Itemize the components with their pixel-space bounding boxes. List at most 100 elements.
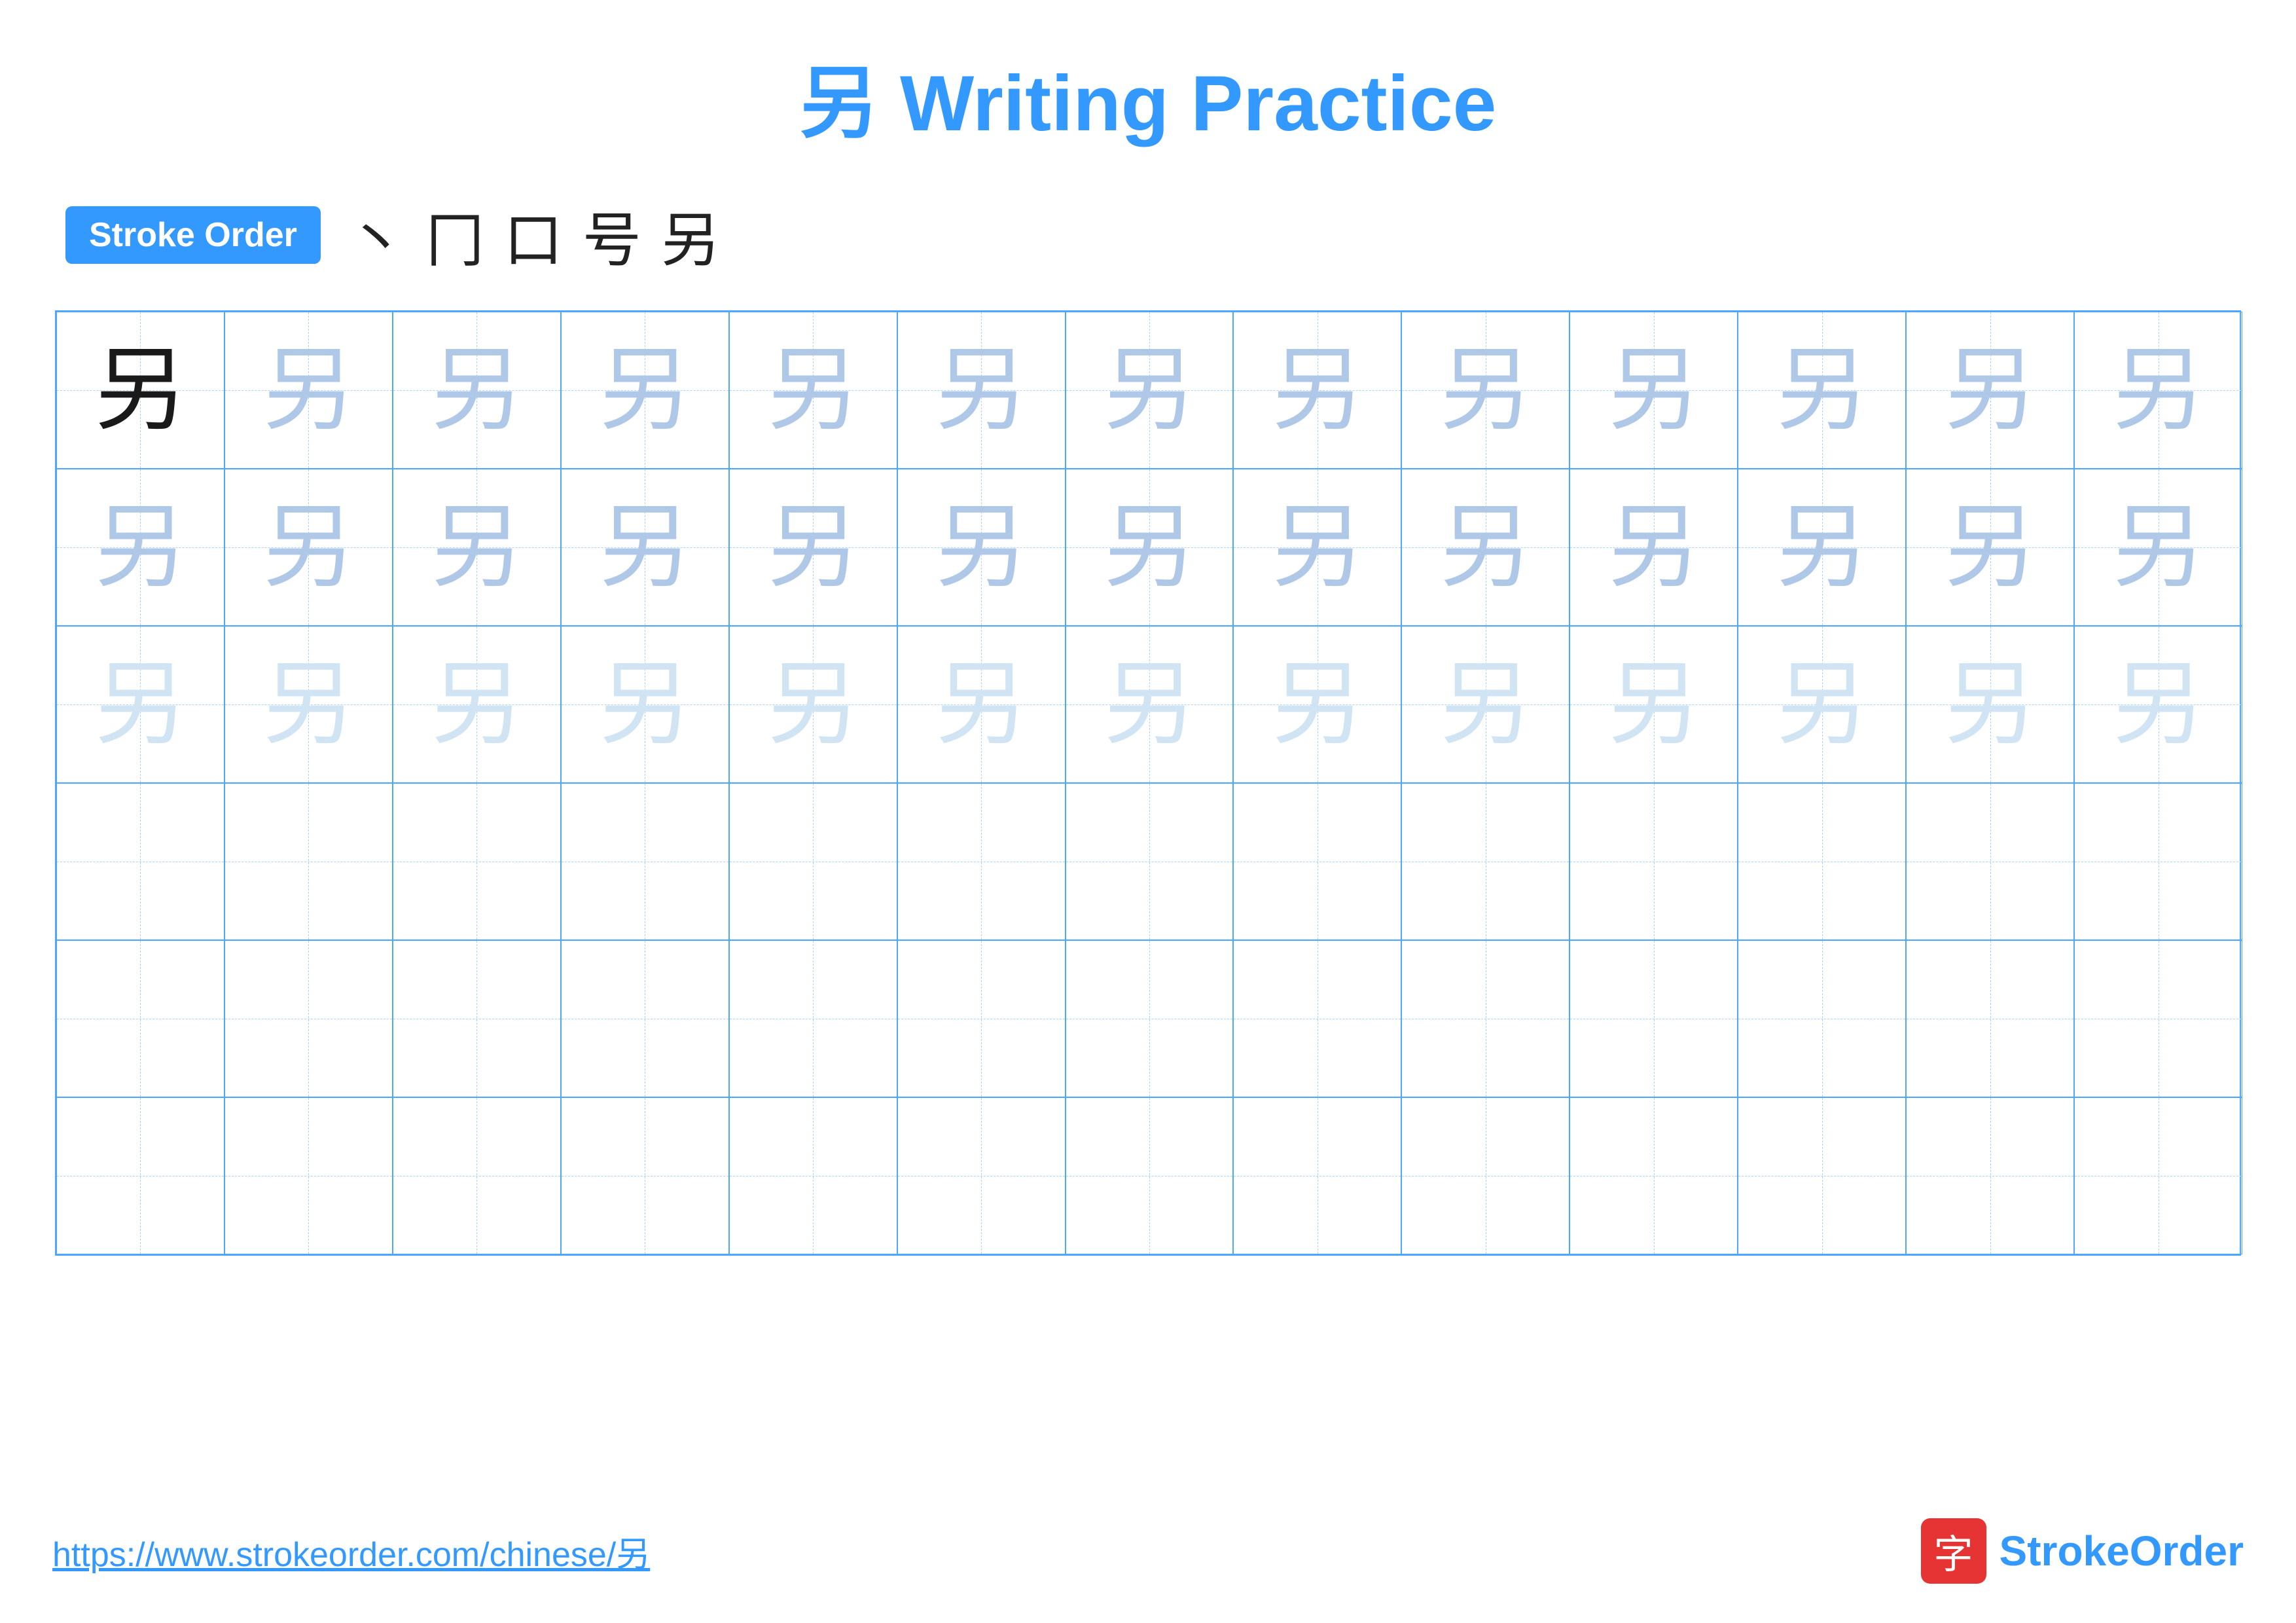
cell-3-13: 另 bbox=[2074, 626, 2242, 783]
cell-3-12: 另 bbox=[1906, 626, 2074, 783]
cell-6-11[interactable] bbox=[1738, 1097, 1906, 1254]
char-display: 另 bbox=[262, 344, 354, 436]
cell-6-8[interactable] bbox=[1233, 1097, 1401, 1254]
cell-2-12: 另 bbox=[1906, 469, 2074, 626]
char-display: 另 bbox=[262, 501, 354, 593]
cell-4-2[interactable] bbox=[224, 783, 393, 940]
cell-2-3: 另 bbox=[393, 469, 561, 626]
char-display: 另 bbox=[94, 659, 186, 750]
char-display: 另 bbox=[94, 501, 186, 593]
cell-4-3[interactable] bbox=[393, 783, 561, 940]
cell-1-4: 另 bbox=[561, 312, 729, 469]
cell-6-7[interactable] bbox=[1066, 1097, 1234, 1254]
grid-row-3: 另 另 另 另 另 另 另 另 另 另 另 另 另 bbox=[56, 626, 2240, 783]
char-display: 另 bbox=[2113, 344, 2204, 436]
grid-row-2: 另 另 另 另 另 另 另 另 另 另 另 另 另 bbox=[56, 469, 2240, 626]
char-display: 另 bbox=[431, 344, 522, 436]
page-title: 另 Writing Practice bbox=[800, 39, 1497, 153]
char-display: 另 bbox=[1272, 344, 1363, 436]
char-display: 另 bbox=[431, 659, 522, 750]
cell-5-12[interactable] bbox=[1906, 940, 2074, 1097]
cell-5-11[interactable] bbox=[1738, 940, 1906, 1097]
cell-4-11[interactable] bbox=[1738, 783, 1906, 940]
cell-4-4[interactable] bbox=[561, 783, 729, 940]
cell-2-2: 另 bbox=[224, 469, 393, 626]
stroke-5: 另 bbox=[661, 192, 720, 278]
stroke-3: 口 bbox=[504, 192, 563, 278]
char-display: 另 bbox=[1945, 344, 2036, 436]
cell-4-1[interactable] bbox=[56, 783, 224, 940]
cell-6-2[interactable] bbox=[224, 1097, 393, 1254]
footer-url[interactable]: https://www.strokeorder.com/chinese/另 bbox=[52, 1527, 650, 1576]
logo-icon: 字 bbox=[1921, 1518, 1986, 1584]
cell-1-1: 另 bbox=[56, 312, 224, 469]
char-display: 另 bbox=[1608, 659, 1700, 750]
logo-char: 字 bbox=[1934, 1523, 1973, 1580]
cell-4-8[interactable] bbox=[1233, 783, 1401, 940]
cell-3-2: 另 bbox=[224, 626, 393, 783]
cell-1-9: 另 bbox=[1401, 312, 1570, 469]
cell-6-10[interactable] bbox=[1570, 1097, 1738, 1254]
char-display: 另 bbox=[935, 501, 1027, 593]
cell-4-12[interactable] bbox=[1906, 783, 2074, 940]
cell-5-1[interactable] bbox=[56, 940, 224, 1097]
cell-1-3: 另 bbox=[393, 312, 561, 469]
cell-5-4[interactable] bbox=[561, 940, 729, 1097]
cell-5-9[interactable] bbox=[1401, 940, 1570, 1097]
footer: https://www.strokeorder.com/chinese/另 字 … bbox=[52, 1518, 2244, 1584]
cell-6-9[interactable] bbox=[1401, 1097, 1570, 1254]
cell-1-11: 另 bbox=[1738, 312, 1906, 469]
cell-3-3: 另 bbox=[393, 626, 561, 783]
cell-3-8: 另 bbox=[1233, 626, 1401, 783]
char-display: 另 bbox=[2113, 501, 2204, 593]
cell-4-6[interactable] bbox=[897, 783, 1066, 940]
char-display: 另 bbox=[1103, 501, 1195, 593]
stroke-order-section: Stroke Order 丶 冂 口 号 另 bbox=[52, 192, 2244, 278]
cell-6-12[interactable] bbox=[1906, 1097, 2074, 1254]
cell-6-5[interactable] bbox=[729, 1097, 897, 1254]
cell-5-13[interactable] bbox=[2074, 940, 2242, 1097]
char-display: 另 bbox=[935, 659, 1027, 750]
char-display: 另 bbox=[1776, 501, 1868, 593]
cell-4-10[interactable] bbox=[1570, 783, 1738, 940]
cell-5-10[interactable] bbox=[1570, 940, 1738, 1097]
char-display: 另 bbox=[1272, 659, 1363, 750]
cell-3-6: 另 bbox=[897, 626, 1066, 783]
cell-6-4[interactable] bbox=[561, 1097, 729, 1254]
cell-5-7[interactable] bbox=[1066, 940, 1234, 1097]
char-display: 另 bbox=[2113, 659, 2204, 750]
cell-6-13[interactable] bbox=[2074, 1097, 2242, 1254]
cell-2-1: 另 bbox=[56, 469, 224, 626]
stroke-4: 号 bbox=[583, 192, 641, 278]
page: 另 Writing Practice Stroke Order 丶 冂 口 号 … bbox=[0, 0, 2296, 1623]
cell-6-1[interactable] bbox=[56, 1097, 224, 1254]
char-display: 另 bbox=[599, 659, 691, 750]
cell-1-6: 另 bbox=[897, 312, 1066, 469]
cell-5-2[interactable] bbox=[224, 940, 393, 1097]
cell-5-5[interactable] bbox=[729, 940, 897, 1097]
cell-2-11: 另 bbox=[1738, 469, 1906, 626]
cell-3-10: 另 bbox=[1570, 626, 1738, 783]
cell-2-5: 另 bbox=[729, 469, 897, 626]
cell-4-13[interactable] bbox=[2074, 783, 2242, 940]
cell-5-3[interactable] bbox=[393, 940, 561, 1097]
cell-2-9: 另 bbox=[1401, 469, 1570, 626]
char-display: 另 bbox=[599, 344, 691, 436]
char-display: 另 bbox=[431, 501, 522, 593]
cell-4-7[interactable] bbox=[1066, 783, 1234, 940]
cell-5-8[interactable] bbox=[1233, 940, 1401, 1097]
cell-4-9[interactable] bbox=[1401, 783, 1570, 940]
cell-1-2: 另 bbox=[224, 312, 393, 469]
cell-5-6[interactable] bbox=[897, 940, 1066, 1097]
cell-6-3[interactable] bbox=[393, 1097, 561, 1254]
logo-order: Order bbox=[2130, 1527, 2244, 1575]
cell-2-6: 另 bbox=[897, 469, 1066, 626]
cell-1-10: 另 bbox=[1570, 312, 1738, 469]
char-display: 另 bbox=[1776, 344, 1868, 436]
stroke-order-badge: Stroke Order bbox=[65, 206, 321, 264]
char-display: 另 bbox=[1945, 659, 2036, 750]
cell-6-6[interactable] bbox=[897, 1097, 1066, 1254]
grid-row-6 bbox=[56, 1097, 2240, 1254]
cell-4-5[interactable] bbox=[729, 783, 897, 940]
char-display: 另 bbox=[767, 344, 859, 436]
